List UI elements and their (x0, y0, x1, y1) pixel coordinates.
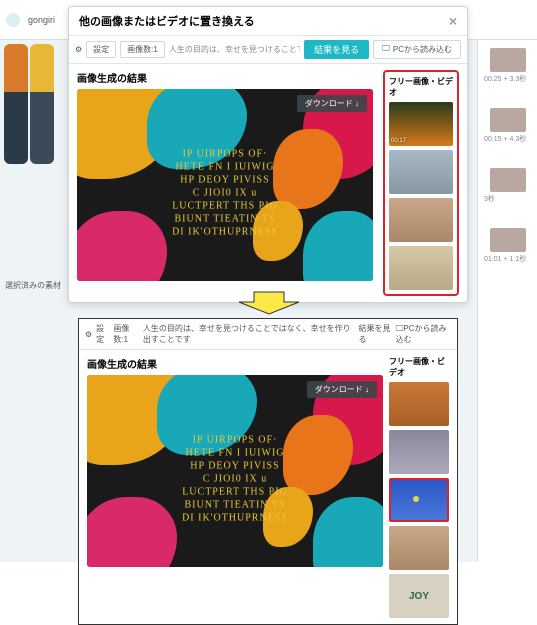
results-title: 画像生成の結果 (87, 356, 383, 371)
modal-header: 他の画像またはビデオに置き換える × (69, 7, 467, 36)
gear-icon[interactable]: ⚙ (75, 45, 82, 54)
gear-icon[interactable]: ⚙ (85, 330, 92, 339)
media-thumbnail[interactable] (389, 478, 449, 522)
settings-chip[interactable]: 設定 (86, 41, 116, 58)
free-media-title: フリー画像・ビデオ (389, 76, 453, 98)
section-label: 選択済みの素材 (5, 280, 61, 291)
download-button[interactable]: ダウンロード ↓ (297, 95, 367, 112)
timeline-thumb[interactable]: 01:01 + 1.1秒 (484, 228, 531, 264)
generated-image-preview[interactable]: IP UIRPOPS OF·HETE FN I IUIWIGHP DEOY PI… (77, 89, 373, 281)
media-thumbnail[interactable] (389, 150, 453, 194)
media-thumbnail[interactable] (389, 246, 453, 290)
person-figure (30, 44, 54, 164)
count-chip: 画像数:1 (120, 41, 165, 58)
download-button[interactable]: ダウンロード ↓ (307, 381, 377, 398)
modal-toolbar: ⚙ 設定 画像数:1 人生の目的は、幸せを見つけることではなく、幸せを作り出すこ… (69, 36, 467, 64)
panel-toolbar: ⚙ 設定 画像数:1 人生の目的は、幸せを見つけることではなく、幸せを作り出すこ… (79, 319, 457, 350)
person-figure (4, 44, 28, 164)
monitor-icon: 🖵 (382, 44, 390, 55)
prompt-text: 人生の目的は、幸せを見つけることではなく、幸せを作り出すことです (143, 323, 355, 345)
results-title: 画像生成の結果 (77, 70, 377, 85)
free-media-panel: フリー画像・ビデオ JOY (389, 356, 449, 618)
settings-chip[interactable]: 設定 (96, 323, 109, 345)
media-thumbnail[interactable]: 00:17 (389, 102, 453, 146)
load-from-pc-button[interactable]: 🖵PCから読み込む (373, 40, 461, 59)
right-sidebar: 00:25 + 3.3秒 00:15 + 4.3秒 3秒 01:01 + 1.1秒 (477, 40, 537, 562)
avatar (6, 13, 20, 27)
generated-image-preview[interactable]: IP UIRPOPS OF·HETE FN I IUIWIGHP DEOY PI… (87, 375, 383, 567)
media-thumbnail[interactable] (389, 382, 449, 426)
username: gongiri (28, 15, 55, 25)
load-from-pc-button[interactable]: 🖵PCから読み込む (396, 323, 451, 345)
media-thumbnail[interactable] (389, 430, 449, 474)
media-thumbnail[interactable] (389, 198, 453, 242)
artwork-text: IP UIRPOPS OF·HETE FN I IUIWIGHP DEOY PI… (172, 147, 278, 238)
media-thumbnail[interactable] (389, 526, 449, 570)
timeline-thumb[interactable]: 00:25 + 3.3秒 (484, 48, 531, 84)
close-icon[interactable]: × (449, 13, 457, 29)
media-thumbnail[interactable]: JOY (389, 574, 449, 618)
view-results-button[interactable]: 結果を見る (304, 40, 369, 59)
down-arrow-icon (229, 290, 309, 316)
timeline-thumb[interactable]: 3秒 (484, 168, 531, 204)
replace-media-modal: 他の画像またはビデオに置き換える × ⚙ 設定 画像数:1 人生の目的は、幸せを… (68, 6, 468, 303)
free-media-panel-highlighted: フリー画像・ビデオ 00:17 (383, 70, 459, 296)
prompt-text: 人生の目的は、幸せを見つけることではなく、幸せを作り出すことです (169, 44, 300, 55)
timeline-thumb[interactable]: 00:15 + 4.3秒 (484, 108, 531, 144)
count-chip: 画像数:1 (113, 323, 138, 345)
free-media-title: フリー画像・ビデオ (389, 356, 449, 378)
modal-title: 他の画像またはビデオに置き換える (79, 13, 255, 29)
replace-media-panel-after: ⚙ 設定 画像数:1 人生の目的は、幸せを見つけることではなく、幸せを作り出すこ… (78, 318, 458, 625)
view-results-button[interactable]: 結果を見る (359, 323, 392, 345)
bg-preview (0, 40, 62, 240)
artwork-text: IP UIRPOPS OF·HETE FN I IUIWIGHP DEOY PI… (182, 433, 288, 524)
